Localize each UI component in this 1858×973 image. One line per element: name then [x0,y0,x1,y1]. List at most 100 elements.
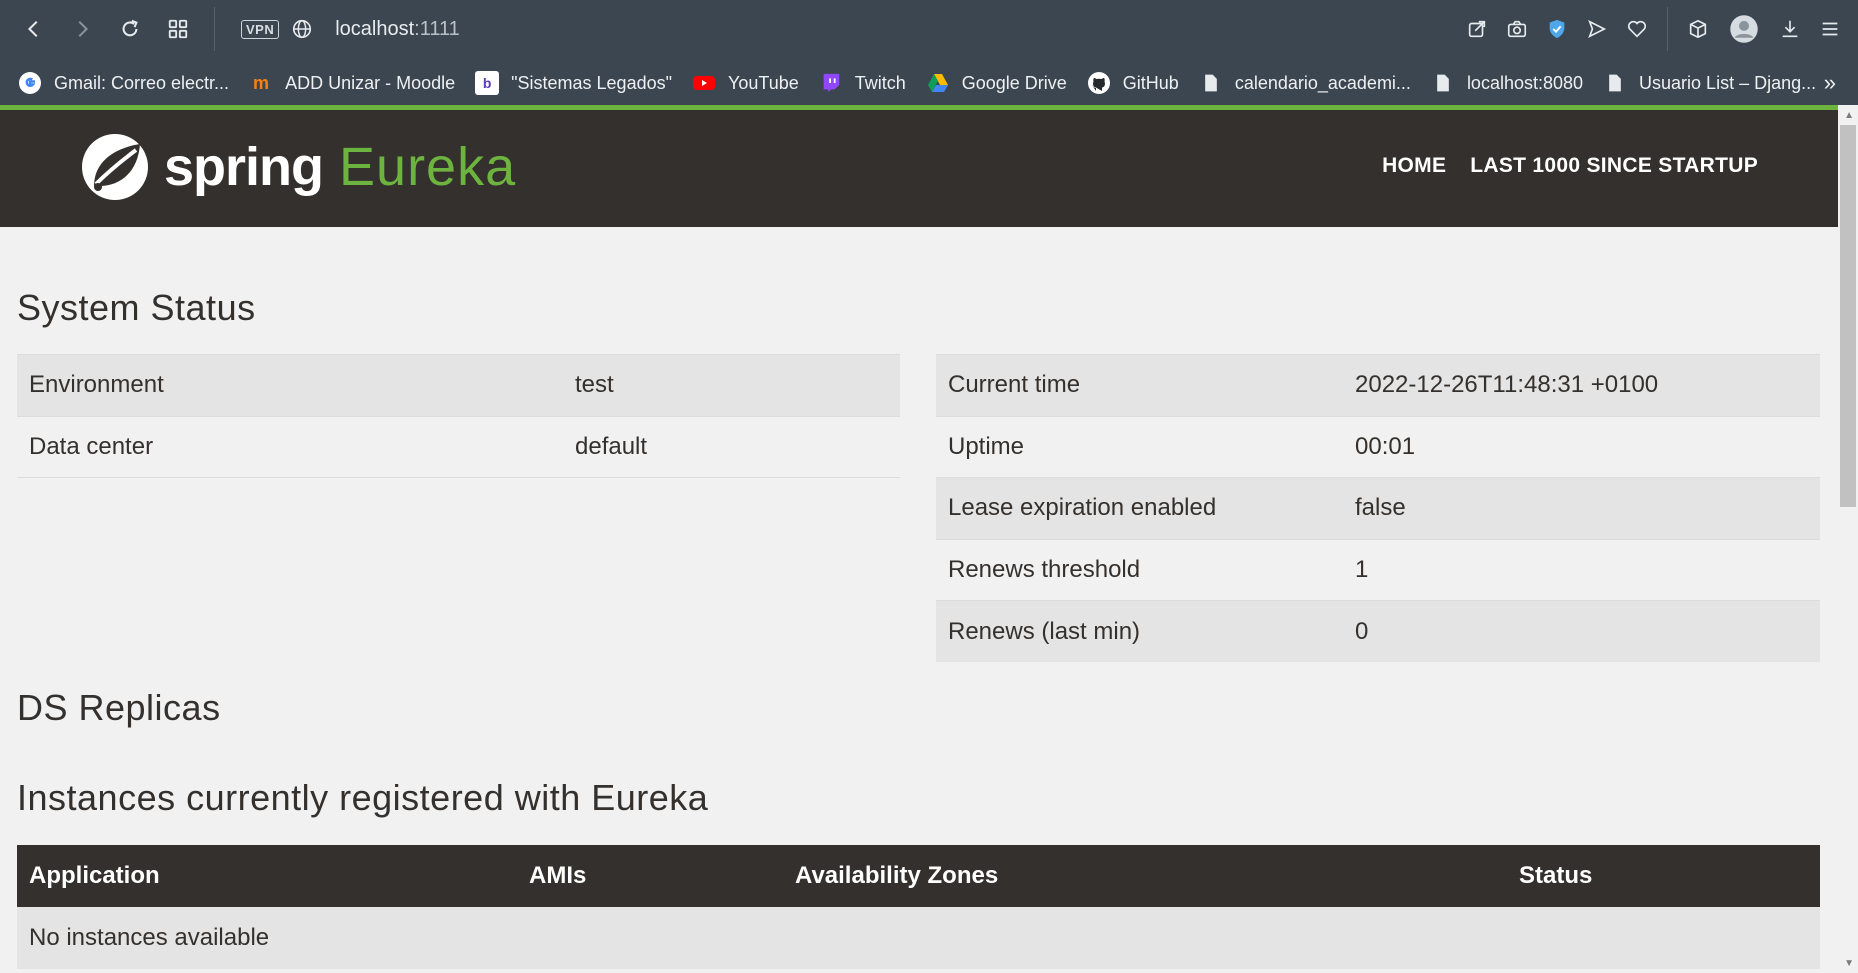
camera-icon [1507,20,1527,38]
share-icon [1468,20,1486,38]
adblock-button[interactable] [1537,9,1577,49]
github-icon [1087,71,1111,95]
scroll-up-arrow-icon[interactable]: ▲ [1844,110,1854,121]
cube-icon [1689,19,1707,39]
bookmark-google-drive[interactable]: Google Drive [926,71,1067,95]
bookmark-label: Gmail: Correo electr... [54,72,230,93]
file-icon [1199,71,1223,95]
downloads-button[interactable] [1770,9,1810,49]
moodle-icon: m [253,72,270,93]
status-key: Uptime [936,415,1343,478]
bookmark-sistemas-legados[interactable]: b "Sistemas Legados" [475,71,672,95]
logo-spring-text: spring [164,137,324,197]
google-icon [18,71,42,95]
bookmark-github[interactable]: GitHub [1087,71,1179,95]
reload-button[interactable] [110,9,150,49]
browser-toolbar: VPN localhost:1111 [0,0,1858,58]
bookmark-label: YouTube [728,72,799,93]
column-header-status: Status [1507,845,1820,907]
table-row: Renews threshold 1 [936,538,1820,601]
bookmark-moodle[interactable]: m ADD Unizar - Moodle [249,71,455,95]
url-port: :1111 [414,17,460,40]
eureka-header: spring Eureka HOME LAST 1000 SINCE START… [0,110,1838,227]
shield-icon [1549,19,1565,39]
table-row: Data center default [17,415,900,478]
system-status-left-table: Environment test Data center default [17,354,900,478]
send-button[interactable] [1577,9,1617,49]
status-value: 1 [1343,538,1820,601]
back-button[interactable] [14,9,54,49]
table-row: No instances available [17,907,1820,969]
bookmark-label: "Sistemas Legados" [511,72,672,93]
grid-icon [168,19,188,39]
url-host: localhost [335,17,415,40]
status-value: test [563,354,900,416]
avatar-icon [1730,15,1758,43]
bookmark-app-icon: b [475,71,500,95]
vpn-badge[interactable]: VPN [241,19,280,39]
bookmark-label: Usuario List – Djang... [1639,72,1817,93]
bookmark-label: localhost:8080 [1466,72,1584,93]
table-row: Renews (last min) 0 [936,600,1820,662]
table-row: Current time 2022-12-26T11:48:31 +0100 [936,354,1820,416]
toolbar-divider [214,7,215,51]
nav-last-1000-link[interactable]: LAST 1000 SINCE STARTUP [1470,154,1758,178]
scrollbar-thumb[interactable] [1840,125,1856,507]
bookmark-twitch[interactable]: Twitch [819,71,906,95]
status-value: 0 [1343,600,1820,662]
header-nav: HOME LAST 1000 SINCE STARTUP [1358,154,1758,178]
spring-eureka-logo[interactable]: spring Eureka [80,132,516,202]
reload-icon [122,19,138,37]
instances-table: Application AMIs Availability Zones Stat… [17,845,1820,969]
file-icon [1431,71,1455,95]
bookmark-label: Twitch [854,72,906,93]
spring-leaf-icon [82,134,148,200]
status-key: Environment [17,354,563,416]
bookmark-calendario[interactable]: calendario_academi... [1199,71,1411,95]
status-value: false [1343,477,1820,539]
ds-replicas-title: DS Replicas [17,687,221,728]
status-key: Renews threshold [936,538,1343,601]
toolbar-divider [1667,7,1668,51]
address-bar[interactable]: localhost:1111 [335,18,460,41]
globe-icon[interactable] [291,18,313,40]
extensions-button[interactable] [1678,9,1718,49]
snapshot-button[interactable] [1497,9,1537,49]
profile-button[interactable] [1724,9,1764,49]
bookmark-label: ADD Unizar - Moodle [285,72,456,93]
forward-icon [78,20,89,38]
status-key: Current time [936,354,1343,416]
status-value: 00:01 [1343,415,1820,478]
no-instances-message: No instances available [17,907,1820,969]
send-icon [1588,19,1607,39]
heart-icon [1627,20,1647,38]
status-key: Lease expiration enabled [936,477,1343,539]
table-header-row: Application AMIs Availability Zones Stat… [17,845,1820,907]
bookmarks-overflow-button[interactable]: » [1824,70,1836,96]
logo-eureka-text: Eureka [339,137,517,197]
bookmark-gmail[interactable]: Gmail: Correo electr... [18,71,229,95]
bookmark-label: GitHub [1122,72,1179,93]
column-header-amis: AMIs [517,845,783,907]
nav-home-link[interactable]: HOME [1382,154,1446,178]
share-button[interactable] [1457,9,1497,49]
menu-button[interactable] [1810,9,1850,49]
scroll-down-arrow-icon[interactable]: ▼ [1844,958,1854,969]
bookmark-usuario-list[interactable]: Usuario List – Djang... [1603,71,1816,95]
bookmark-label: calendario_academi... [1234,72,1411,93]
bookmark-label: Google Drive [961,72,1067,93]
system-status-title: System Status [17,287,256,328]
forward-button[interactable] [62,9,102,49]
favorites-button[interactable] [1617,9,1657,49]
instances-title: Instances currently registered with Eure… [17,777,709,818]
twitch-icon [819,71,843,95]
table-row: Environment test [17,354,900,416]
bookmark-localhost-8080[interactable]: localhost:8080 [1431,71,1583,95]
google-drive-icon [926,71,950,95]
system-status-right-table: Current time 2022-12-26T11:48:31 +0100 U… [936,354,1820,662]
bookmark-youtube[interactable]: YouTube [692,71,799,95]
back-icon [27,20,38,38]
column-header-application: Application [17,845,517,907]
speed-dial-button[interactable] [158,9,198,49]
status-value: default [563,415,900,478]
